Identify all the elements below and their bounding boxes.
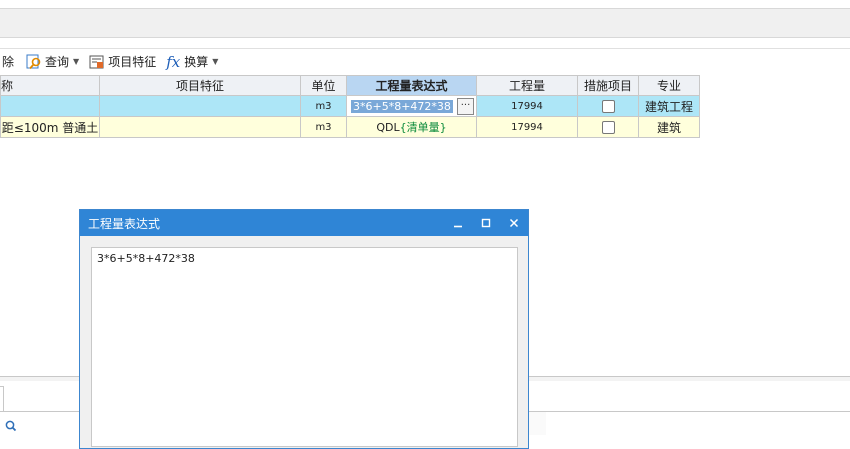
convert-button[interactable]: fx 换算 ▼ [164, 51, 220, 73]
top-band [0, 0, 850, 8]
table-row[interactable]: 距≤100m 普通土 m3 QDL{清单量} 17994 建筑 [0, 116, 700, 138]
chevron-down-icon: ▼ [212, 57, 219, 66]
lower-panel-edge [528, 412, 546, 435]
delete-button[interactable]: 除 [0, 51, 16, 73]
query-button[interactable]: 查询 ▼ [24, 51, 81, 73]
unit-cell[interactable]: m3 [300, 95, 347, 117]
quantity-cell[interactable]: 17994 [476, 116, 578, 138]
query-label: 查询 [45, 55, 70, 69]
name-cell[interactable] [0, 95, 100, 117]
convert-label: 换算 [184, 55, 209, 69]
toolbar: 除 查询 ▼ 项目特征 fx 换算 ▼ [0, 48, 850, 74]
expression-edit-button[interactable]: ··· [457, 98, 474, 115]
expression-text: 3*6+5*8+472*38 [97, 252, 195, 265]
search-icon[interactable] [2, 418, 20, 434]
maximize-button[interactable] [472, 210, 500, 236]
measure-checkbox[interactable] [601, 100, 615, 113]
measure-cell[interactable] [577, 95, 639, 117]
expression-textarea[interactable]: 3*6+5*8+472*38 [91, 247, 518, 447]
expression-code: QDL [376, 121, 400, 134]
expression-editor-cell[interactable]: 3*6+5*8+472*38 ··· [346, 95, 477, 117]
expression-label: {清单量} [399, 121, 447, 134]
fx-icon: fx [166, 52, 181, 71]
expression-cell[interactable]: QDL{清单量} [346, 116, 477, 138]
minimize-icon [454, 225, 462, 228]
ribbon-area [0, 8, 850, 38]
feature-cell[interactable] [99, 95, 301, 117]
col-measure-header[interactable]: 措施项目 [577, 75, 639, 96]
lower-tab[interactable] [0, 386, 4, 412]
col-unit-header[interactable]: 单位 [300, 75, 347, 96]
table-row[interactable]: m3 3*6+5*8+472*38 ··· 17994 建筑工程 [0, 95, 700, 117]
bill-table: 称 项目特征 单位 工程量表达式 工程量 措施项目 专业 m3 3*6+5*8+… [0, 75, 700, 138]
table-header: 称 项目特征 单位 工程量表达式 工程量 措施项目 专业 [0, 75, 700, 96]
close-button[interactable] [500, 210, 528, 236]
delete-label: 除 [2, 55, 15, 69]
name-cell[interactable]: 距≤100m 普通土 [0, 116, 100, 138]
feature-cell[interactable] [99, 116, 301, 138]
specialty-cell[interactable]: 建筑工程 [638, 95, 700, 117]
col-quantity-header[interactable]: 工程量 [476, 75, 578, 96]
project-feature-button[interactable]: 项目特征 [87, 51, 158, 73]
feature-label: 项目特征 [108, 55, 157, 69]
measure-checkbox[interactable] [601, 121, 615, 134]
dialog-title: 工程量表达式 [88, 216, 161, 231]
quantity-cell[interactable]: 17994 [476, 95, 578, 117]
maximize-icon [481, 218, 491, 228]
measure-cell[interactable] [577, 116, 639, 138]
close-icon [509, 218, 519, 228]
chevron-down-icon: ▼ [73, 57, 80, 66]
col-name-header[interactable]: 称 [0, 75, 100, 96]
expression-input[interactable]: 3*6+5*8+472*38 [351, 100, 453, 113]
unit-cell[interactable]: m3 [300, 116, 347, 138]
specialty-cell[interactable]: 建筑 [638, 116, 700, 138]
minimize-button[interactable] [444, 210, 472, 236]
expression-dialog: 工程量表达式 3*6+5*8+472*38 [79, 209, 529, 449]
feature-icon [89, 54, 105, 70]
col-feature-header[interactable]: 项目特征 [99, 75, 301, 96]
col-specialty-header[interactable]: 专业 [638, 75, 700, 96]
search-icon [26, 54, 42, 70]
col-expression-header[interactable]: 工程量表达式 [346, 75, 477, 96]
dialog-titlebar[interactable]: 工程量表达式 [80, 210, 528, 236]
